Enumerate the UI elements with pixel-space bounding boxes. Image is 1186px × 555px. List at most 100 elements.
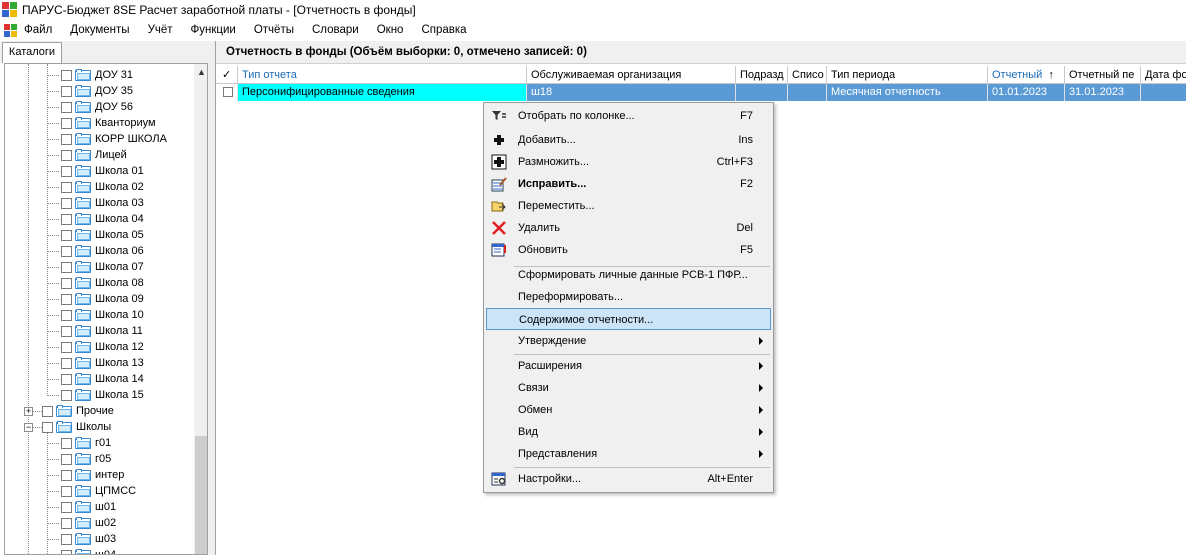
tree-checkbox[interactable] [61,69,72,81]
menu-item-representations[interactable]: Представления [486,443,771,465]
tree-checkbox[interactable] [61,85,72,97]
menu-item-settings[interactable]: Настройки... Alt+Enter [486,468,771,490]
tree-checkbox[interactable] [61,517,72,529]
scroll-thumb[interactable] [195,436,207,554]
tree-item[interactable]: Школа 02 [61,179,144,195]
menu-item-move[interactable]: Переместить... [486,195,771,217]
menu-item-delete[interactable]: Удалить Del [486,217,771,239]
app-menu-icon[interactable] [2,22,20,38]
tree-checkbox[interactable] [42,405,53,417]
tree-checkbox[interactable] [61,133,72,145]
menu-item-edit[interactable]: Исправить... F2 [486,173,771,195]
column-header-period-type[interactable]: Тип периода [827,66,988,84]
expand-icon[interactable]: + [24,407,33,416]
tree-item[interactable]: Лицей [61,147,127,163]
tree-item[interactable]: Школа 05 [61,227,144,243]
menu-item-duplicate[interactable]: Размножить... Ctrl+F3 [486,151,771,173]
tree-checkbox[interactable] [61,453,72,465]
menu-functions[interactable]: Функции [182,19,245,41]
cell-period-type[interactable]: Месячная отчетность [827,84,988,101]
tree-checkbox[interactable] [61,229,72,241]
tree-item[interactable]: Школа 08 [61,275,144,291]
tree-item[interactable]: Школа 10 [61,307,144,323]
tree-item[interactable]: ш01 [61,499,116,515]
column-header-organization[interactable]: Обслуживаемая организация [527,66,736,84]
tree-item-schools[interactable]: Школы [42,419,111,435]
tree-item[interactable]: Школа 03 [61,195,144,211]
menu-item-report-contents[interactable]: Содержимое отчетности... [486,308,771,330]
scroll-up-icon[interactable]: ▲ [194,64,207,81]
cell-list[interactable] [788,84,827,101]
cell-date-from[interactable]: 01.01.2023 [988,84,1065,101]
tree-checkbox[interactable] [61,101,72,113]
collapse-icon[interactable]: − [24,423,33,432]
column-header-reporting[interactable]: Отчетный ↑ [988,66,1065,84]
cell-organization[interactable]: ш18 [527,84,736,101]
tree-checkbox[interactable] [61,293,72,305]
cell-date-to[interactable]: 31.01.2023 [1065,84,1141,101]
tree-item[interactable]: г05 [61,451,111,467]
cell-date-form[interactable] [1141,84,1186,101]
tree-checkbox[interactable] [61,533,72,545]
menu-item-generate-rsv[interactable]: Сформировать личные данные РСВ-1 ПФР... [486,264,771,286]
tree-checkbox[interactable] [61,373,72,385]
column-header-date-form[interactable]: Дата фо [1141,66,1186,84]
tree-checkbox[interactable] [61,213,72,225]
tree-checkbox[interactable] [61,501,72,513]
tree-checkbox[interactable] [61,181,72,193]
tree-checkbox[interactable] [61,485,72,497]
tree-checkbox[interactable] [61,309,72,321]
cell-type[interactable]: Персонифицированные сведения [238,84,527,101]
tree-item[interactable]: Школа 01 [61,163,144,179]
tree-item[interactable]: Школа 07 [61,259,144,275]
menu-item-reform[interactable]: Переформировать... [486,286,771,308]
cell-subdivision[interactable] [736,84,788,101]
tree-scrollbar[interactable]: ▲ [194,64,207,554]
menu-item-refresh[interactable]: Обновить F5 [486,239,771,261]
tree-item[interactable]: г01 [61,435,111,451]
tree-checkbox[interactable] [61,549,72,554]
tree-checkbox[interactable] [61,261,72,273]
tree-checkbox[interactable] [42,421,53,433]
tree-item[interactable]: Школа 04 [61,211,144,227]
column-header-reporting-period[interactable]: Отчетный пе [1065,66,1141,84]
menu-item-view[interactable]: Вид [486,421,771,443]
tree-item[interactable]: ЦПМСС [61,483,136,499]
menu-reports[interactable]: Отчёты [245,19,303,41]
tree-item[interactable]: ш04 [61,547,116,554]
menu-item-add[interactable]: Добавить... Ins [486,129,771,151]
tree-checkbox[interactable] [61,117,72,129]
tree-item[interactable]: Школа 09 [61,291,144,307]
tree-checkbox[interactable] [61,341,72,353]
column-header-type[interactable]: Тип отчета [238,66,527,84]
tree-item[interactable]: Школа 12 [61,339,144,355]
tree-item[interactable]: Школа 14 [61,371,144,387]
tree-checkbox[interactable] [61,165,72,177]
tab-catalogs[interactable]: Каталоги [2,42,62,63]
tree-checkbox[interactable] [61,469,72,481]
tree-item[interactable]: Школа 06 [61,243,144,259]
column-header-subdivision[interactable]: Подразд [736,66,788,84]
splitter[interactable] [208,41,215,555]
tree-checkbox[interactable] [61,149,72,161]
menu-file[interactable]: Файл [20,19,61,41]
menu-item-filter-by-column[interactable]: Отобрать по колонке... F7 [486,105,771,127]
menu-item-approval[interactable]: Утверждение [486,330,771,352]
menu-dictionaries[interactable]: Словари [303,19,368,41]
tree-item[interactable]: интер [61,467,124,483]
tree-checkbox[interactable] [61,245,72,257]
tree-item[interactable]: Школа 11 [61,323,143,339]
tree-item[interactable]: Школа 15 [61,387,144,403]
tree-item[interactable]: Кванториум [61,115,156,131]
tree-item[interactable]: ш02 [61,515,116,531]
tree-checkbox[interactable] [61,357,72,369]
tree-item[interactable]: Школа 13 [61,355,144,371]
tree-item[interactable]: ДОУ 31 [61,67,133,83]
tree-item[interactable]: КОРР ШКОЛА [61,131,167,147]
tree-checkbox[interactable] [61,197,72,209]
check-column-header[interactable]: ✓ [216,66,238,84]
tree-checkbox[interactable] [61,437,72,449]
menu-documents[interactable]: Документы [61,19,138,41]
tree-item[interactable]: ДОУ 56 [61,99,133,115]
tree-item[interactable]: ДОУ 35 [61,83,133,99]
